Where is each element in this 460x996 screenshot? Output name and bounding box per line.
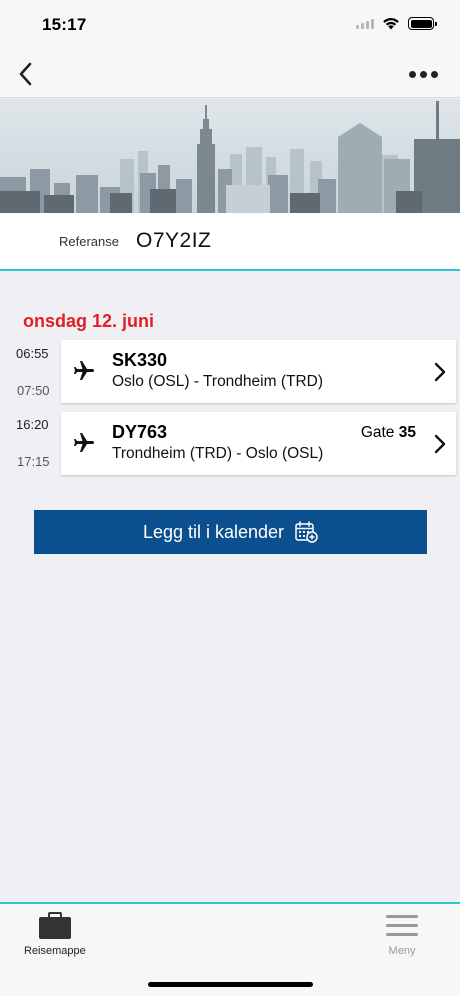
tab-bar: Reisemappe Meny [0, 902, 460, 996]
chevron-left-icon [19, 62, 32, 86]
cellular-signal-icon [356, 18, 374, 29]
add-to-calendar-button[interactable]: Legg til i kalender [34, 510, 427, 554]
arrival-time: 17:15 [17, 454, 50, 469]
flight-card[interactable]: DY763 Trondheim (TRD) - Oslo (OSL) Gate … [61, 412, 456, 475]
flight-card[interactable]: SK330 Oslo (OSL) - Trondheim (TRD) [61, 340, 456, 403]
chevron-right-icon [434, 434, 446, 454]
gate-label: Gate [360, 424, 395, 441]
arrival-time: 07:50 [17, 383, 50, 398]
flight-route: Oslo (OSL) - Trondheim (TRD) [112, 373, 324, 390]
tab-label: Reisemappe [24, 945, 86, 957]
departure-time: 16:20 [16, 417, 49, 432]
departure-time: 06:55 [16, 346, 49, 361]
tab-meny[interactable]: Meny [385, 912, 419, 957]
chevron-right-icon [434, 362, 446, 382]
more-dot-icon [408, 70, 416, 78]
more-dot-icon [430, 70, 438, 78]
more-options-button[interactable] [406, 64, 440, 84]
hamburger-menu-icon [386, 915, 418, 936]
reference-value: O7Y2IZ [136, 229, 212, 252]
calendar-add-icon [295, 521, 318, 543]
city-skyline-image [0, 99, 460, 213]
battery-icon [408, 17, 437, 30]
airplane-icon [74, 433, 94, 452]
reference-label: Referanse [59, 234, 119, 249]
status-bar: 15:17 [0, 0, 460, 50]
briefcase-icon [38, 912, 71, 939]
gate-number: 35 [398, 424, 416, 441]
more-dot-icon [419, 70, 427, 78]
airplane-icon [74, 361, 94, 380]
tab-reisemappe[interactable]: Reisemappe [24, 912, 86, 957]
add-to-calendar-label: Legg til i kalender [142, 521, 285, 542]
booking-reference-bar: Referanse O7Y2IZ [0, 213, 460, 271]
flight-route: Trondheim (TRD) - Oslo (OSL) [112, 445, 324, 462]
home-indicator [148, 982, 313, 987]
gate-info: Gate 35 [361, 424, 416, 442]
wifi-icon [383, 18, 399, 30]
navigation-bar [0, 50, 460, 98]
status-icons [356, 17, 437, 30]
flight-number: DY763 [112, 422, 168, 442]
status-time: 15:17 [42, 15, 87, 34]
back-button[interactable] [10, 58, 40, 90]
flight-number: SK330 [112, 350, 168, 370]
trip-date-heading: onsdag 12. juni [23, 311, 155, 331]
tab-label: Meny [388, 945, 416, 957]
